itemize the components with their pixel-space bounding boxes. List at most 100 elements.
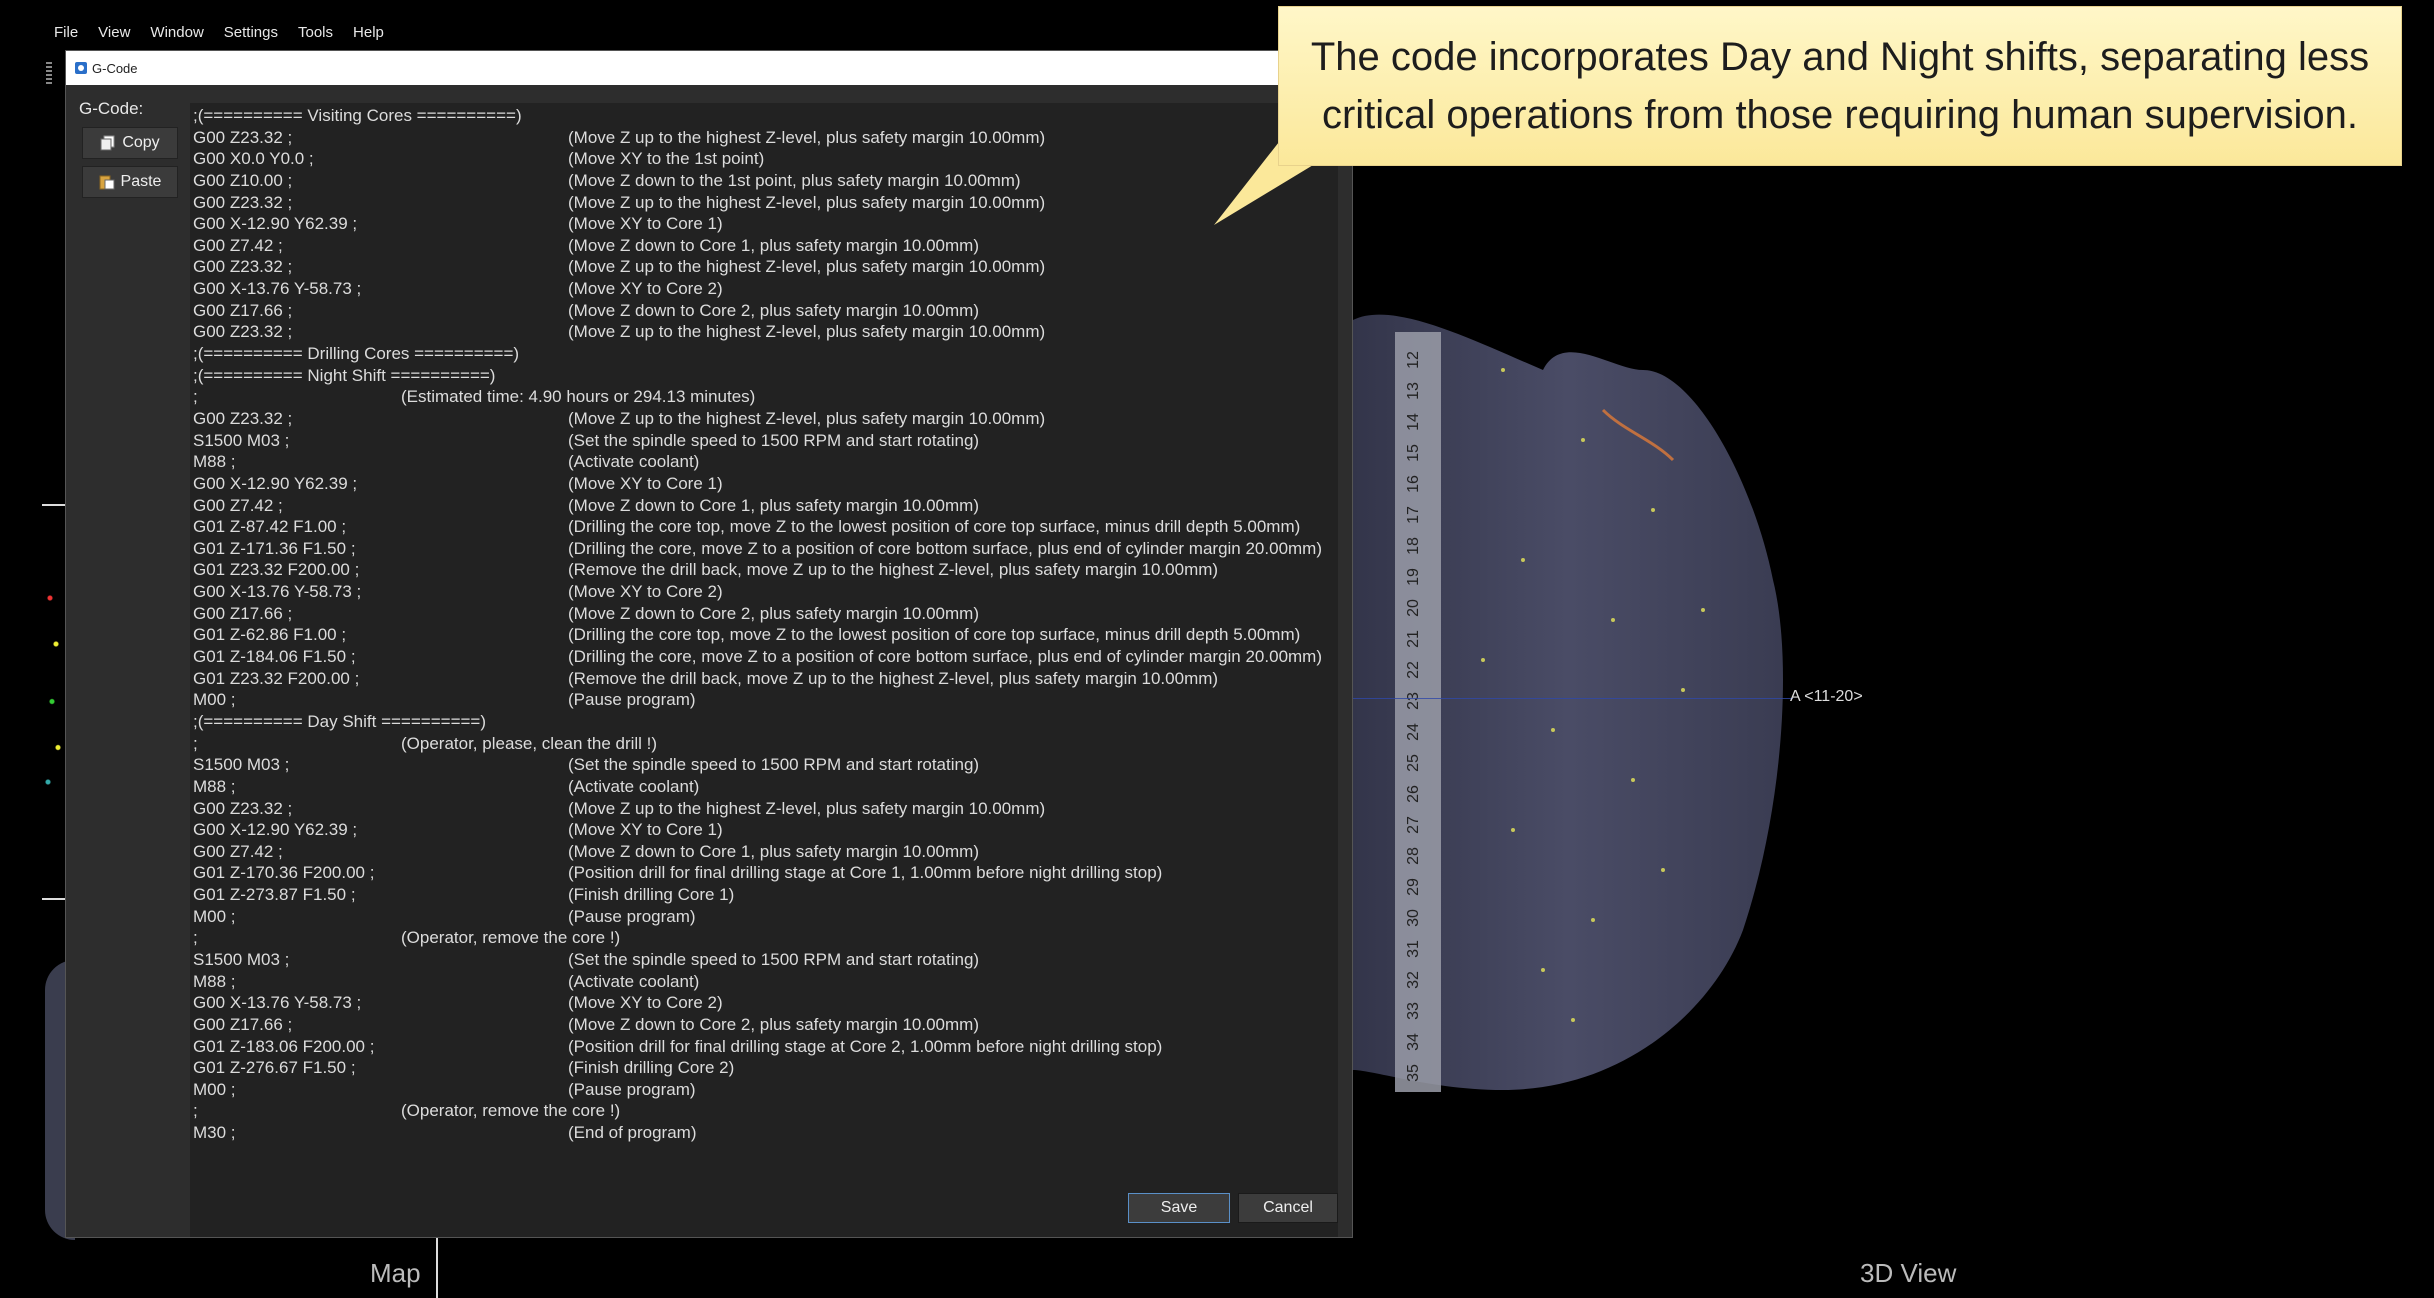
gcode-editor[interactable]: ;(========== Visiting Cores ==========) G… [190, 103, 1338, 1237]
menu-settings[interactable]: Settings [214, 24, 288, 41]
gcode-line: G01 Z-184.06 F1.50 ; (Drilling the core, … [190, 646, 1338, 668]
gcode-line: M88 ; (Activate coolant) [190, 971, 1338, 993]
gcode-command: ; [193, 733, 198, 753]
menu-view[interactable]: View [88, 24, 140, 41]
gcode-line: ; (Estimated time: 4.90 hours or 294.13 m… [190, 386, 1338, 408]
menu-bar: File View Window Settings Tools Help [44, 18, 1284, 46]
ruler-number: 28 [1405, 847, 1422, 865]
gcode-command: G00 Z17.66 ; [193, 603, 293, 623]
gcode-line: M30 ; (End of program) [190, 1122, 1338, 1144]
gcode-line: G00 Z7.42 ; (Move Z down to Core 1, plus … [190, 841, 1338, 863]
ruler-number: 19 [1405, 568, 1422, 586]
gcode-comment: (Move Z down to Core 1, plus safety marg… [568, 235, 979, 255]
map-panel-label: Map [370, 1258, 421, 1288]
gcode-line: G00 Z23.32 ; (Move Z up to the highest Z-… [190, 798, 1338, 820]
gcode-command: G00 Z23.32 ; [193, 257, 293, 277]
ruler-number: 22 [1405, 661, 1422, 679]
gcode-comment: (Move Z down to Core 2, plus safety marg… [568, 300, 979, 320]
gcode-line: G00 Z17.66 ; (Move Z down to Core 2, plus… [190, 1014, 1338, 1036]
gcode-command: G00 X-13.76 Y-58.73 ; [193, 279, 362, 299]
gcode-command: G01 Z23.32 F200.00 ; [193, 668, 360, 688]
gcode-comment: (Move Z up to the highest Z-level, plus … [568, 322, 1046, 342]
gcode-line: S1500 M03 ; (Set the spindle speed to 150… [190, 754, 1338, 776]
gcode-line: ; (Operator, please, clean the drill !) [190, 733, 1338, 755]
ruler-number: 26 [1405, 785, 1422, 803]
gcode-line: G01 Z-87.42 F1.00 ; (Drilling the core to… [190, 516, 1338, 538]
gcode-line: G00 X-13.76 Y-58.73 ; (Move XY to Core 2) [190, 992, 1338, 1014]
ruler-number: 20 [1405, 599, 1422, 617]
menu-tools[interactable]: Tools [288, 24, 343, 41]
ruler-number: 17 [1405, 506, 1422, 524]
gcode-command: G01 Z-62.86 F1.00 ; [193, 625, 347, 645]
gcode-comment: (Move Z down to Core 2, plus safety marg… [568, 603, 979, 623]
panel-divider[interactable] [436, 1238, 438, 1298]
gcode-comment: (Move Z up to the highest Z-level, plus … [568, 408, 1046, 428]
save-button[interactable]: Save [1128, 1193, 1230, 1223]
paste-button[interactable]: Paste [82, 166, 178, 198]
gcode-command: G00 Z23.32 ; [193, 322, 293, 342]
gcode-line: M00 ; (Pause program) [190, 906, 1338, 928]
copy-button[interactable]: Copy [82, 127, 178, 159]
menu-file[interactable]: File [44, 24, 88, 41]
ruler-number: 13 [1405, 382, 1422, 400]
gcode-comment: (Position drill for final drilling stage… [568, 1036, 1163, 1056]
gcode-line: G00 Z17.66 ; (Move Z down to Core 2, plus… [190, 603, 1338, 625]
gcode-command: ;(========== Day Shift ==========) [193, 711, 487, 731]
map-point-cloud [44, 575, 64, 805]
ruler-number: 21 [1405, 630, 1422, 648]
gcode-command: G00 X-12.90 Y62.39 ; [193, 820, 358, 840]
ruler-number: 34 [1405, 1033, 1422, 1051]
ruler-number: 14 [1405, 413, 1422, 431]
ruler-number: 30 [1405, 909, 1422, 927]
dialog-titlebar[interactable]: G-Code [66, 51, 1352, 85]
gcode-command: M00 ; [193, 690, 236, 710]
gcode-command: G00 Z10.00 ; [193, 170, 293, 190]
gcode-comment: (Move XY to the 1st point) [568, 149, 765, 169]
gcode-comment: (Drilling the core top, move Z to the lo… [568, 625, 1301, 645]
background-map-strip [0, 0, 75, 1298]
gcode-command: G00 Z17.66 ; [193, 1014, 293, 1034]
gcode-command: S1500 M03 ; [193, 755, 290, 775]
gcode-line: G00 X-12.90 Y62.39 ; (Move XY to Core 1) [190, 819, 1338, 841]
core-sample-3d-model[interactable]: 12 13 14 15 16 17 18 19 20 21 22 23 24 25 26 27 28 29 30 31… [1353, 310, 1803, 1100]
gcode-command: G00 X-13.76 Y-58.73 ; [193, 993, 362, 1013]
gcode-command: M88 ; [193, 971, 236, 991]
ruler-number: 24 [1405, 723, 1422, 741]
3d-viewport[interactable]: 12 13 14 15 16 17 18 19 20 21 22 23 24 25 26 27 28 29 30 31… [1353, 0, 2434, 1298]
gcode-command: G00 Z23.32 ; [193, 127, 293, 147]
ruler-number: 25 [1405, 754, 1422, 772]
gcode-comment: (Move Z up to the highest Z-level, plus … [568, 192, 1046, 212]
gcode-comment: (Set the spindle speed to 1500 RPM and s… [568, 755, 980, 775]
gcode-command: S1500 M03 ; [193, 430, 290, 450]
gcode-command: ;(========== Visiting Cores ==========) [193, 106, 522, 125]
gcode-line: ; (Operator, remove the core !) [190, 1100, 1338, 1122]
menu-help[interactable]: Help [343, 24, 394, 41]
gcode-line: G00 Z23.32 ; (Move Z up to the highest Z-… [190, 192, 1338, 214]
cancel-button[interactable]: Cancel [1238, 1193, 1338, 1223]
ruler-number: 29 [1405, 878, 1422, 896]
toolbar-grip-icon[interactable] [46, 62, 52, 86]
gcode-comment: (Move Z down to Core 1, plus safety marg… [568, 495, 979, 515]
gcode-comment: (Move Z down to the 1st point, plus safe… [568, 170, 1021, 190]
dialog-title: G-Code [92, 60, 138, 76]
gcode-command: G01 Z-171.36 F1.50 ; [193, 538, 356, 558]
ruler-number: 15 [1405, 444, 1422, 462]
gcode-line: G00 Z7.42 ; (Move Z down to Core 1, plus … [190, 235, 1338, 257]
ruler-number: 27 [1405, 816, 1422, 834]
gcode-command: G00 Z7.42 ; [193, 235, 283, 255]
gcode-comment: (Position drill for final drilling stage… [568, 863, 1163, 883]
gcode-comment: (Finish drilling Core 2) [568, 1058, 735, 1078]
ruler-number: 18 [1405, 537, 1422, 555]
gcode-line: G00 Z23.32 ; (Move Z up to the highest Z-… [190, 127, 1338, 149]
paste-icon [99, 175, 115, 190]
gcode-comment: (Finish drilling Core 1) [568, 885, 735, 905]
gcode-note: (Operator, remove the core !) [401, 928, 621, 948]
menu-window[interactable]: Window [140, 24, 213, 41]
gcode-command: M30 ; [193, 1123, 236, 1143]
gcode-dialog: G-Code G-Code: Copy Paste ;(========== V… [65, 50, 1353, 1238]
gcode-line: G00 X-12.90 Y62.39 ; (Move XY to Core 1) [190, 213, 1338, 235]
ruler-number: 12 [1405, 351, 1422, 369]
gcode-command: G00 Z17.66 ; [193, 300, 293, 320]
gcode-line: S1500 M03 ; (Set the spindle speed to 150… [190, 430, 1338, 452]
gcode-command: G00 X-12.90 Y62.39 ; [193, 214, 358, 234]
